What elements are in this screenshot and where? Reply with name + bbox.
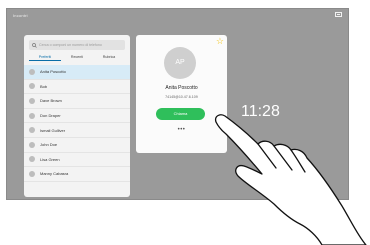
avatar (29, 112, 35, 119)
star-icon[interactable]: ☆ (216, 37, 224, 46)
contact-item[interactable]: John Doe (24, 138, 130, 153)
contact-name: Don Draper (40, 113, 61, 119)
contact-name: Lisa Green (40, 156, 60, 162)
contacts-panel: Cerca o componi un numero di telefono Pr… (24, 35, 130, 197)
contacts-tabs: Preferiti Recenti Rubrica (29, 54, 125, 61)
contact-detail-card: ☆ AP Anita Poscotto 74145@10.47.6.109 Ch… (136, 35, 227, 153)
avatar (29, 127, 35, 134)
contact-detail-address: 74145@10.47.6.109 (165, 95, 198, 99)
contact-name: Anita Poscotto (40, 69, 66, 75)
avatar (29, 141, 35, 148)
contact-name: Ismail Gulliver (40, 127, 66, 133)
contact-item[interactable]: Dave Brown (24, 94, 130, 109)
layout-icon[interactable] (335, 12, 342, 17)
avatar (29, 97, 35, 104)
avatar (29, 83, 35, 90)
more-options-button[interactable]: ••• (136, 127, 227, 133)
avatar: AP (164, 47, 196, 79)
clock: 11:28 (241, 103, 280, 120)
contact-item[interactable]: Anita Poscotto (24, 65, 130, 80)
tab-directory[interactable]: Rubrica (93, 54, 125, 61)
touch-screen: Incontri Cerca o componi un numero di te… (6, 8, 349, 200)
tab-favorites[interactable]: Preferiti (29, 54, 61, 61)
contact-name: Manny Cabasra (40, 171, 69, 177)
contact-name: Bob (40, 83, 48, 89)
search-input[interactable]: Cerca o componi un numero di telefono (29, 40, 125, 50)
contact-detail-name: Anita Poscotto (165, 85, 198, 91)
search-placeholder: Cerca o componi un numero di telefono (39, 43, 102, 47)
contact-item[interactable]: Ismail Gulliver (24, 123, 130, 138)
topbar-label: Incontri (13, 13, 28, 18)
contact-item[interactable]: Don Draper (24, 109, 130, 124)
avatar (29, 68, 35, 75)
search-icon (32, 42, 37, 48)
contact-name: Dave Brown (40, 98, 62, 104)
call-button[interactable]: Chiama (156, 108, 205, 120)
tab-recents[interactable]: Recenti (61, 54, 93, 61)
avatar (29, 170, 35, 177)
contact-item[interactable]: Manny Cabasra (24, 167, 130, 182)
avatar (29, 156, 35, 163)
contact-list: Anita Poscotto Bob Dave Brown Don Draper… (24, 65, 130, 182)
contact-item[interactable]: Bob (24, 80, 130, 95)
contact-name: John Doe (40, 142, 58, 148)
contact-item[interactable]: Lisa Green (24, 153, 130, 168)
